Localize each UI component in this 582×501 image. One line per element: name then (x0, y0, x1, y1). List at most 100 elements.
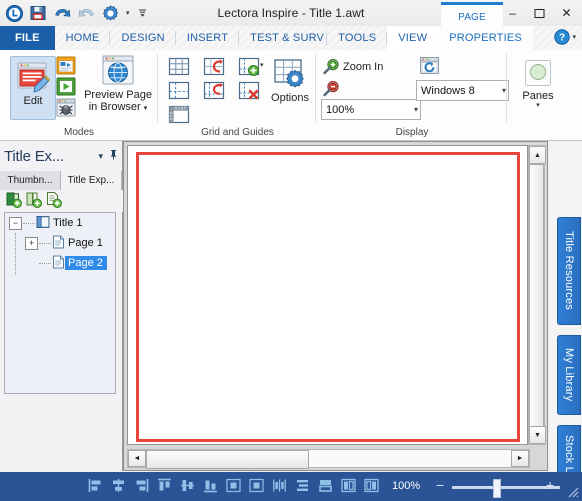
canvas-scroll-right-button[interactable]: ► (511, 450, 529, 467)
zoom-in-icon[interactable] (323, 58, 340, 78)
align-left-icon[interactable] (88, 478, 103, 496)
zoom-slider-thumb[interactable] (493, 479, 501, 498)
debug-mode-icon[interactable] (56, 98, 76, 120)
tab-title-explorer[interactable]: Title Exp... (61, 171, 122, 191)
settings-gear-icon[interactable] (100, 3, 120, 23)
redo-icon[interactable] (76, 3, 96, 23)
close-button[interactable]: ✕ (553, 1, 580, 25)
ruler-icon[interactable] (168, 105, 190, 128)
preview-in-browser-button[interactable]: Preview Page in Browser ▾ (82, 54, 154, 116)
save-icon[interactable] (28, 3, 48, 23)
page-canvas[interactable] (127, 145, 528, 445)
tab-thumbnails[interactable]: Thumbn... (0, 171, 61, 190)
run-mode-icon[interactable] (56, 56, 76, 78)
panel-menu-caret-icon[interactable]: ▾ (98, 151, 103, 162)
center-vertically-in-page-icon[interactable] (249, 478, 264, 496)
tab-design[interactable]: DESIGN (110, 26, 177, 50)
title-explorer-panel: Title Ex... ▾ Thumbn... Title Exp... − T… (0, 141, 127, 471)
help-caret[interactable]: ▾ (572, 33, 576, 41)
edit-mode-button[interactable]: Edit (10, 56, 56, 120)
canvas-vscrollbar[interactable]: ▲ ▼ (528, 145, 546, 445)
theme-combo[interactable]: Windows 8 ▾ (416, 80, 509, 101)
tab-file[interactable]: FILE (0, 26, 55, 50)
status-zoom-percent: 100% (392, 480, 421, 492)
maximize-button[interactable] (526, 1, 553, 25)
ribbon-group-grid-and-guides: ▾ Options Grid and Guides (159, 50, 316, 140)
dock-tab-my-library[interactable]: My Library (557, 335, 581, 415)
align-center-horizontal-icon[interactable] (111, 478, 126, 496)
tab-insert[interactable]: INSERT (176, 26, 240, 50)
refresh-preview-icon[interactable] (419, 56, 440, 79)
add-title-icon[interactable] (5, 191, 22, 211)
make-same-width-icon[interactable] (341, 478, 356, 496)
quick-access-dropdown-caret[interactable]: ▾ (124, 10, 132, 17)
zoom-level-caret[interactable]: ▾ (410, 105, 418, 114)
zoom-out-button[interactable]: − (436, 478, 444, 492)
pin-icon[interactable] (109, 149, 118, 163)
dock-tab-title-resources[interactable]: Title Resources (557, 217, 581, 325)
help-button[interactable]: ? ▾ (554, 29, 576, 45)
canvas-hscroll-thumb (146, 450, 309, 469)
snap-to-guides-icon[interactable] (203, 81, 225, 104)
tab-home[interactable]: HOME (55, 26, 111, 50)
zoom-out-icon[interactable] (323, 80, 340, 100)
tree-node-title[interactable]: − Title 1 (5, 213, 115, 233)
canvas-hscrollbar[interactable]: ◄ ► (127, 449, 530, 469)
canvas-vscroll-track[interactable] (529, 164, 544, 428)
resize-grip-icon[interactable] (565, 484, 579, 498)
canvas-scroll-left-button[interactable]: ◄ (128, 450, 146, 467)
undo-icon[interactable] (52, 3, 72, 23)
align-bottom-icon[interactable] (203, 478, 218, 496)
add-chapter-icon[interactable] (25, 191, 42, 211)
page-boundary-rectangle[interactable] (136, 152, 520, 442)
tree-node-page-2[interactable]: Page 2 (5, 253, 115, 273)
tab-view[interactable]: VIEW (387, 26, 439, 50)
make-same-height-icon[interactable] (364, 478, 379, 496)
show-grid-icon[interactable] (168, 57, 190, 80)
title-explorer-tree[interactable]: − Title 1 + Page 1 Page 2 (4, 212, 116, 394)
panes-caret[interactable]: ▾ (536, 102, 540, 109)
zoom-slider-track[interactable] (452, 486, 560, 489)
theme-caret[interactable]: ▾ (498, 86, 506, 95)
snap-to-grid-icon[interactable] (203, 57, 225, 80)
preview-mode-icon[interactable] (56, 77, 76, 99)
tree-expander-collapse[interactable]: − (9, 216, 22, 230)
zoom-level-combo[interactable]: 100% ▾ (321, 99, 421, 120)
add-guide-caret[interactable]: ▾ (260, 61, 264, 69)
preview-in-browser-caret[interactable]: ▾ (144, 105, 148, 112)
center-horizontally-in-page-icon[interactable] (226, 478, 241, 496)
distribute-horizontally-icon[interactable] (272, 478, 287, 496)
ribbon-group-panes: Panes ▾ (508, 50, 568, 140)
tree-node-page-1[interactable]: + Page 1 (5, 233, 115, 253)
minimize-button[interactable]: – (499, 1, 526, 25)
align-middle-vertical-icon[interactable] (180, 478, 195, 496)
tab-test-and-survey[interactable]: TEST & SURV (239, 26, 328, 50)
tree-expander-expand[interactable]: + (25, 236, 38, 250)
tab-tools[interactable]: TOOLS (327, 26, 388, 50)
zoom-in-label[interactable]: Zoom In (343, 61, 383, 73)
tab-properties[interactable]: PROPERTIES (438, 26, 533, 50)
window-controls: – ✕ (499, 0, 580, 26)
add-page-icon[interactable] (45, 191, 62, 211)
tree-connector (23, 222, 35, 224)
canvas-hscroll-track[interactable] (146, 450, 511, 469)
align-right-icon[interactable] (134, 478, 149, 496)
alignment-toolbar (88, 476, 379, 497)
canvas-scroll-up-button[interactable]: ▲ (529, 146, 546, 164)
remove-guides-icon[interactable] (238, 81, 260, 104)
panes-button[interactable]: Panes ▾ (518, 58, 558, 118)
make-same-size-icon[interactable] (318, 478, 333, 496)
quick-access-customize-caret[interactable] (136, 8, 149, 19)
canvas-scroll-down-button[interactable]: ▼ (529, 426, 546, 444)
align-top-icon[interactable] (157, 478, 172, 496)
preview-in-browser-label-2-text: in Browser (88, 101, 141, 113)
tree-node-page-2-label[interactable]: Page 2 (65, 256, 107, 270)
zoom-in-button[interactable]: + (546, 478, 554, 492)
tree-node-title-label[interactable]: Title 1 (50, 217, 83, 229)
show-guides-icon[interactable] (168, 81, 190, 104)
grid-options-button[interactable]: Options (267, 58, 313, 114)
distribute-vertically-icon[interactable] (295, 478, 310, 496)
add-guide-icon[interactable] (238, 57, 260, 80)
tree-node-page-1-label[interactable]: Page 1 (65, 237, 103, 249)
app-logo-icon[interactable] (4, 3, 24, 23)
